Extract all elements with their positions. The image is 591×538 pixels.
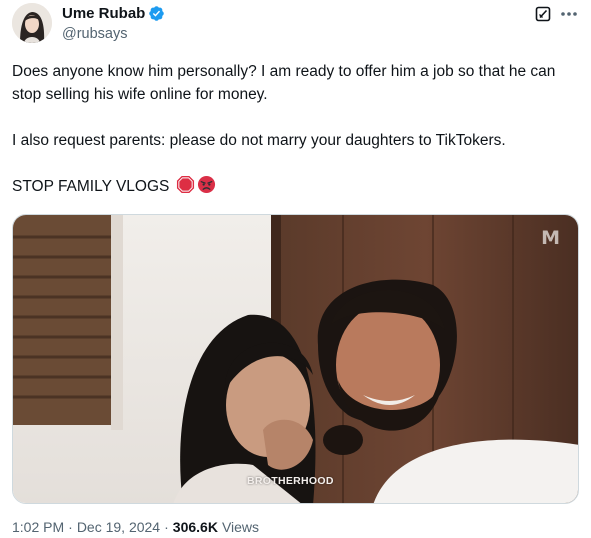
tweet-paragraph-1: Does anyone know him personally? I am re… [12,63,556,103]
video-watermark-caption: BROTHERHOOD [247,475,334,487]
meta-separator: · [164,519,169,535]
views-count[interactable]: 306.6K [173,519,218,535]
author-handle[interactable]: @rubsays [62,26,165,42]
tweet-paragraph-2: I also request parents: please do not ma… [12,132,506,149]
author-name[interactable]: Ume Rubab [62,5,145,22]
tweet: Ume Rubab @rubsays Does anyone know him … [0,0,591,538]
verified-badge-icon[interactable] [148,5,165,22]
tweet-meta: 1:02 PM · Dec 19, 2024 · 306.6K Views [12,519,259,535]
video-media[interactable]: M BROTHERHOOD [12,214,579,504]
tweet-text: Does anyone know him personally? I am re… [12,60,582,198]
tweet-time[interactable]: 1:02 PM [12,519,64,535]
views-label: Views [221,519,260,535]
grok-icon[interactable] [535,6,551,22]
more-options-icon[interactable] [559,4,579,24]
meta-separator: · [68,519,73,535]
tweet-paragraph-3: STOP FAMILY VLOGS [12,175,582,198]
tweet-paragraph-3-text: STOP FAMILY VLOGS [12,178,170,195]
author-name-row: Ume Rubab [62,4,165,23]
author-block: Ume Rubab @rubsays [62,4,165,42]
tweet-date[interactable]: Dec 19, 2024 [77,519,160,535]
stop-sign-emoji [176,175,195,194]
video-frame [13,215,578,503]
video-watermark-logo: M [541,227,560,249]
angry-face-emoji [197,175,216,194]
avatar[interactable] [12,3,52,43]
